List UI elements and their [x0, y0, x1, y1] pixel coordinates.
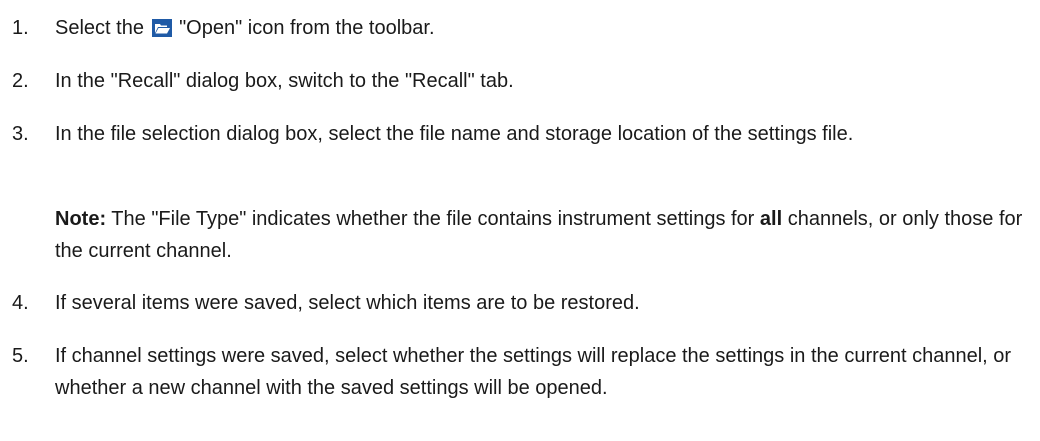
step-text: If channel settings were saved, select w…: [55, 345, 1012, 399]
step-number: 1.: [12, 17, 29, 39]
instruction-document: 1. Select the "Open" icon from the toolb…: [0, 0, 1040, 441]
step-number: 5.: [12, 345, 29, 367]
note-text: The "File Type" indicates whether the fi…: [106, 208, 760, 230]
step-text: If several items were saved, select whic…: [55, 292, 640, 314]
note: Note: The "File Type" indicates whether …: [55, 203, 1035, 267]
step-text-part: Select the: [55, 17, 150, 39]
step-4: 4. If several items were saved, select w…: [12, 287, 1032, 319]
open-folder-icon: [151, 15, 172, 37]
step-number: 2.: [12, 70, 29, 92]
step-number: 3.: [12, 123, 29, 145]
note-emphasis: all: [759, 208, 783, 230]
step-text: In the "Recall" dialog box, switch to th…: [55, 70, 514, 92]
step-number: 4.: [12, 292, 29, 314]
step-text: In the file selection dialog box, select…: [55, 123, 854, 145]
step-3: 3. In the file selection dialog box, sel…: [12, 118, 1032, 150]
step-1: 1. Select the "Open" icon from the toolb…: [12, 12, 1032, 44]
step-text: Select the "Open" icon from the toolbar.: [55, 12, 1032, 44]
step-text-part: "Open" icon from the toolbar.: [173, 17, 435, 39]
note-label: Note:: [55, 208, 107, 230]
step-2: 2. In the "Recall" dialog box, switch to…: [12, 65, 1032, 97]
step-5: 5. If channel settings were saved, selec…: [12, 340, 1032, 404]
